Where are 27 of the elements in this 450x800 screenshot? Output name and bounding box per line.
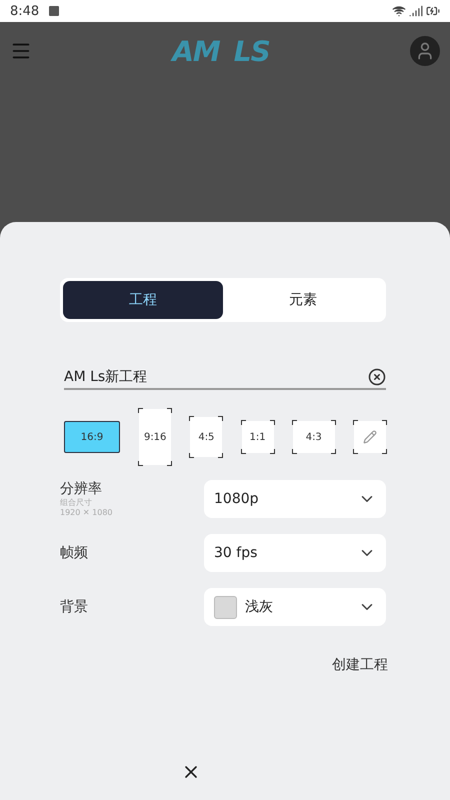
aspect-ratio-option[interactable]: 4:3 <box>292 421 335 453</box>
wifi-icon <box>392 4 406 18</box>
signal-icon <box>409 4 423 18</box>
logo: AM LS <box>170 34 271 68</box>
create-project-button[interactable]: 创建工程 <box>328 652 392 678</box>
status-time: 8:48 <box>10 4 40 18</box>
dropdown[interactable]: 1080p <box>204 480 386 518</box>
dropdown[interactable]: 浅灰 <box>204 588 386 626</box>
setting-hint: 1920 ✕ 1080 <box>60 508 114 518</box>
aspect-ratio-option[interactable]: 4:5 <box>190 417 222 457</box>
setting-label: 背景 <box>60 598 89 616</box>
battery-icon <box>426 4 440 18</box>
tab[interactable]: 元素 <box>223 281 383 319</box>
aspect-ratio-option[interactable]: 9:16 <box>139 409 172 465</box>
setting-label: 分辨率 <box>60 480 103 498</box>
aspect-ratio-option[interactable]: 1:1 <box>242 421 274 453</box>
clear-icon[interactable] <box>368 368 386 386</box>
aspect-ratio-option[interactable]: 16:9 <box>64 421 120 453</box>
aspect-ratio-option[interactable] <box>354 421 386 453</box>
setting-hint: 组合尺寸 <box>60 498 93 508</box>
tab[interactable]: 工程 <box>63 281 223 319</box>
profile-button[interactable] <box>410 36 440 66</box>
project-name-field[interactable]: AM Ls新工程 <box>64 369 314 385</box>
notification-icon <box>49 6 60 16</box>
pencil-icon <box>362 430 377 444</box>
setting-label: 帧频 <box>60 544 89 562</box>
dropdown[interactable]: 30 fps <box>204 534 386 572</box>
